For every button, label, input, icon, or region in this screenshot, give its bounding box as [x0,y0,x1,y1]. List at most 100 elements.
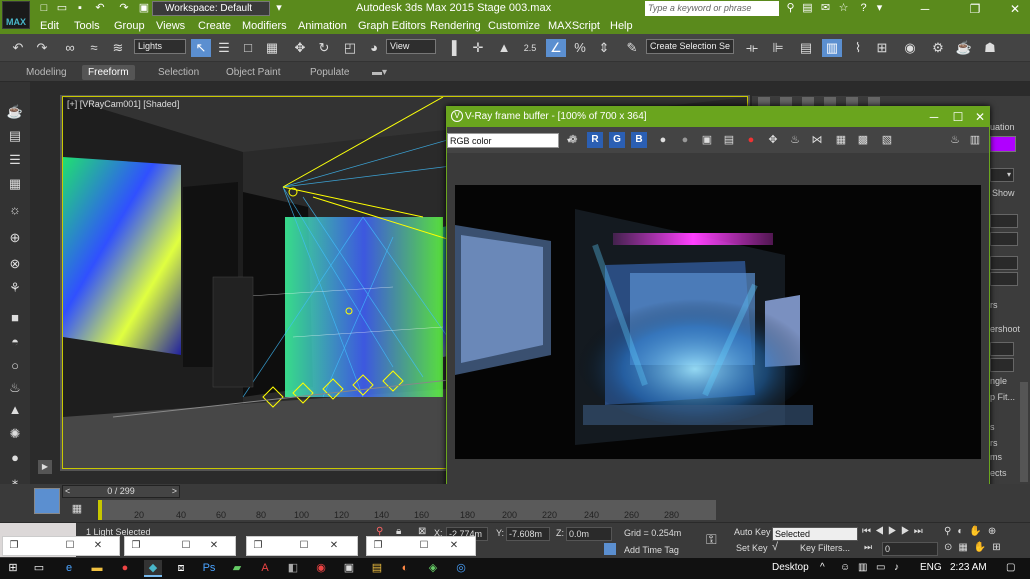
camera-icon[interactable]: ⊕ [5,228,25,248]
app-icon[interactable]: ⧈ [172,560,190,577]
auto-key-button[interactable]: Auto Key [734,527,771,537]
project-folder-icon[interactable]: ▣ [136,1,152,16]
scene-list-icon[interactable]: ▤ [5,126,25,146]
menu-help[interactable]: Help [610,20,633,32]
key-filters-button[interactable]: Key Filters... [800,543,850,553]
app-icon[interactable]: ▰ [228,560,246,577]
chevron-down-icon[interactable]: ▾ [271,1,287,16]
communication-icon[interactable]: ✉ [818,1,833,16]
close-icon[interactable]: ✕ [447,540,461,552]
spinner-field[interactable] [990,214,1018,228]
add-time-tag-button[interactable]: Add Time Tag [624,545,679,555]
binoculars-icon[interactable]: ⚲ [783,1,798,16]
material-editor-icon[interactable]: ◉ [900,39,920,57]
tab-selection[interactable]: Selection [152,65,205,80]
panel-scrollbar[interactable] [1020,382,1028,482]
desktop-toolbar[interactable]: Desktop [772,562,809,573]
chrome-icon[interactable]: ● [116,560,134,577]
close-button[interactable]: ✕ [1000,0,1030,18]
undo-icon[interactable]: ↶ [8,39,28,57]
select-by-name-icon[interactable]: ☰ [214,39,234,57]
people-icon[interactable]: ☺ [840,562,850,573]
restore-icon[interactable]: ☐ [297,540,311,552]
align-icon[interactable]: ⊫ [768,39,788,57]
sun-icon[interactable]: ✺ [5,424,25,444]
menu-animation[interactable]: Animation [298,20,347,32]
rendered-frame-window-icon[interactable]: ☕ [954,39,974,57]
search-input[interactable]: Type a keyword or phrase [645,1,779,16]
minimized-window[interactable]: ❐ ☐ ✕ [246,536,358,556]
open-file-icon[interactable]: ▭ [54,1,70,16]
redo-icon[interactable]: ↷ [32,39,52,57]
select-manipulate-icon[interactable]: ✛ [468,39,488,57]
scene-explorer-icon[interactable]: ▥ [822,39,842,57]
box-primitive-icon[interactable]: ■ [5,308,25,328]
menu-group[interactable]: Group [114,20,145,32]
tab-populate[interactable]: Populate [304,65,355,80]
chevron-up-icon[interactable]: ^ [820,562,825,573]
disc-icon[interactable]: ● [5,448,25,468]
mono-icon[interactable]: ● [677,132,693,148]
keyboard-shortcut-icon[interactable]: ▲ [494,39,514,57]
acrobat-icon[interactable]: A [256,560,274,577]
redo-icon[interactable]: ↷ [116,1,132,16]
app-icon[interactable]: ◐ [396,560,414,577]
sphere-icon[interactable]: ○ [5,356,25,376]
playback-controls[interactable]: ⏮◀▶▶⏭ [862,526,927,537]
percent-snap-icon[interactable]: % [570,39,590,57]
chevron-down-icon[interactable]: ▾ [872,1,887,16]
clear-image-icon[interactable]: ● [743,132,759,148]
pivot-center-icon[interactable]: ▐ [442,39,462,57]
volume-icon[interactable]: ♪ [894,562,899,573]
spinner-field[interactable] [990,272,1018,286]
viewport-nav-icons[interactable]: ⚲◐✋⊕ [944,526,1002,537]
app-icon[interactable]: ▤ [368,560,386,577]
track-mouse-icon[interactable]: ♨ [787,132,803,148]
rectangular-selection-icon[interactable]: □ [238,39,258,57]
teapot-icon[interactable]: ☕ [5,102,25,122]
color-picker-icon[interactable]: ❁ [565,132,581,148]
spinner-field[interactable] [990,358,1014,372]
spinner-field[interactable] [990,342,1014,356]
notification-icon[interactable]: ▢ [1006,562,1015,573]
reference-coord-dropdown[interactable]: View [386,39,436,54]
load-image-icon[interactable]: ▤ [721,132,737,148]
app-icon[interactable]: ◈ [424,560,442,577]
y-coordinate-field[interactable]: -7.608m [506,527,550,541]
select-object-icon[interactable]: ↖ [191,39,211,57]
spinner-field[interactable] [990,256,1018,270]
menu-views[interactable]: Views [156,20,185,32]
teapot-render-icon[interactable]: ♨ [947,132,963,148]
edit-named-selection-icon[interactable]: ✎ [622,39,642,57]
menu-maxscript[interactable]: MAXScript [548,20,600,32]
bind-space-warp-icon[interactable]: ≋ [108,39,128,57]
tab-modeling[interactable]: Modeling [20,65,73,80]
z-coordinate-field[interactable]: 0.0m [566,527,612,541]
help-icon[interactable]: ? [856,1,871,16]
save-image-icon[interactable]: ▣ [699,132,715,148]
unlink-icon[interactable]: ≈ [84,39,104,57]
show-button[interactable]: Show [992,188,1015,198]
key-icon[interactable]: ⚿ [706,531,717,548]
dropdown-chevron-icon[interactable]: ▾ [990,168,1014,182]
track-bar-icon[interactable]: ▦ [70,502,84,516]
tab-object-paint[interactable]: Object Paint [220,65,286,80]
space-warp-icon[interactable]: ⚘ [5,278,25,298]
menu-create[interactable]: Create [198,20,231,32]
fit-button[interactable]: p Fit... [990,392,1015,402]
set-key-button[interactable]: Set Key [736,543,768,553]
minimized-window[interactable]: ❐ ☐ ✕ [2,536,120,556]
place-icon[interactable]: ◕ [364,39,384,57]
helper-icon[interactable]: ⊗ [5,254,25,274]
track-bar[interactable]: 20 40 60 80 100 120 140 160 [98,500,446,520]
angle-snap-icon[interactable]: ∠ [546,39,566,57]
track-bar-extension[interactable]: 180 200 220 240 260 280 [446,500,716,520]
menu-rendering[interactable]: Rendering [430,20,481,32]
close-icon[interactable]: ✕ [207,540,221,552]
history-icon[interactable]: ▦ [833,132,849,148]
red-channel-toggle[interactable]: R [587,132,603,148]
tab-freeform[interactable]: Freeform [82,65,135,80]
corrections-icon[interactable]: ▧ [879,132,895,148]
snaps-toggle-icon[interactable]: 2.5 [520,39,540,57]
spinner-snap-icon[interactable]: ⇕ [594,39,614,57]
